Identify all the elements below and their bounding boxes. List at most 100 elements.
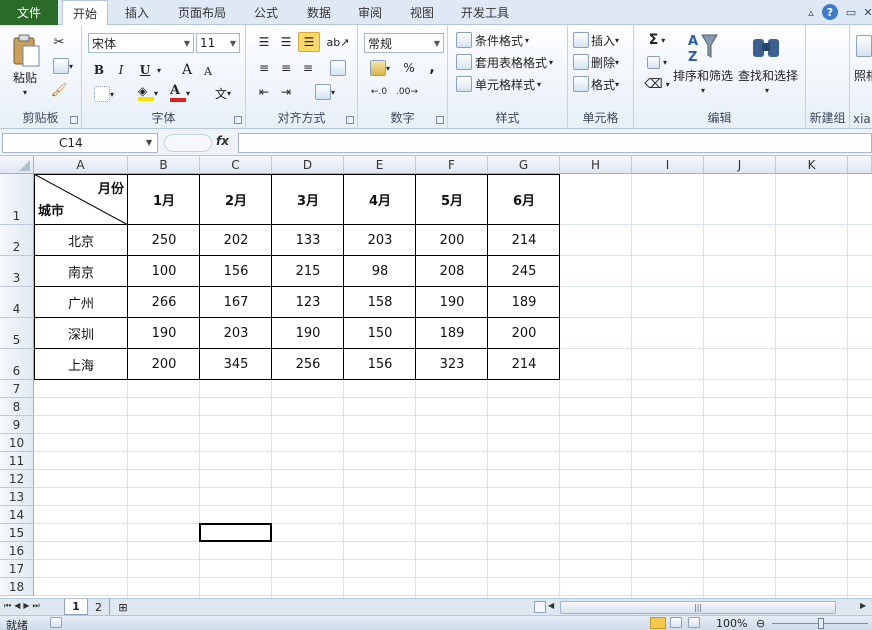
value-cell[interactable]: 215 xyxy=(272,256,344,287)
fill-color-icon[interactable]: ◈ ▾ xyxy=(134,83,162,103)
row-header-9[interactable]: 9 xyxy=(0,416,34,434)
sort-filter-button[interactable]: 排序和筛选 xyxy=(672,67,734,83)
autosum-button[interactable]: Σ ▾ xyxy=(642,31,672,49)
value-cell[interactable]: 323 xyxy=(416,349,488,380)
format-painter-icon[interactable]: 🖌 xyxy=(50,81,68,99)
page-layout-view-icon[interactable] xyxy=(670,617,684,629)
alignment-launcher-icon[interactable] xyxy=(346,116,354,124)
tab-developer[interactable]: 开发工具 xyxy=(452,0,518,25)
value-cell[interactable]: 200 xyxy=(488,318,560,349)
tab-home[interactable]: 开始 xyxy=(62,0,108,26)
merge-center-icon[interactable]: ▾ xyxy=(310,83,340,101)
decrease-indent-icon[interactable]: ⇤ xyxy=(254,83,274,101)
row-header-5[interactable]: 5 xyxy=(0,318,34,349)
cell-styles-button[interactable]: 单元格样式 ▾ xyxy=(456,75,564,93)
tab-view[interactable]: 视图 xyxy=(398,0,446,25)
help-icon[interactable]: ? xyxy=(822,4,838,20)
conditional-format-button[interactable]: 条件格式 ▾ xyxy=(456,31,564,49)
camera-icon[interactable] xyxy=(856,33,872,59)
clear-icon[interactable]: ⌫ ▾ xyxy=(642,75,672,93)
number-format-select[interactable]: 常规 ▼ xyxy=(364,33,444,53)
city-cell[interactable]: 南京 xyxy=(34,256,128,287)
find-select-button[interactable]: 查找和选择 xyxy=(736,67,800,83)
window-close-icon[interactable]: ✕ xyxy=(860,4,872,20)
zoom-slider-thumb[interactable] xyxy=(818,618,824,629)
month-header-cell[interactable]: 5月 xyxy=(416,174,488,225)
column-header-i[interactable]: I xyxy=(632,156,704,174)
value-cell[interactable]: 190 xyxy=(272,318,344,349)
sort-filter-dropdown-icon[interactable]: ▾ xyxy=(698,85,708,95)
value-cell[interactable]: 156 xyxy=(200,256,272,287)
sheet-tab-2[interactable]: 2 xyxy=(88,599,110,615)
column-header-g[interactable]: G xyxy=(488,156,560,174)
insert-function-button[interactable]: fx xyxy=(216,134,229,148)
sheet-nav-arrows-icon[interactable]: ⏮◀▶⏭ xyxy=(4,601,43,611)
value-cell[interactable]: 266 xyxy=(128,287,200,318)
value-cell[interactable]: 100 xyxy=(128,256,200,287)
month-header-cell[interactable]: 1月 xyxy=(128,174,200,225)
scroll-left-icon[interactable]: ◀ xyxy=(548,601,554,610)
phonetic-icon[interactable]: 文 ▾ xyxy=(208,83,238,103)
row-header-10[interactable]: 10 xyxy=(0,434,34,452)
copy-icon[interactable]: ▾ xyxy=(50,57,76,75)
row-header-15[interactable]: 15 xyxy=(0,524,34,542)
minimize-ribbon-icon[interactable]: ▵ xyxy=(803,4,819,20)
underline-dropdown-icon[interactable]: ▾ xyxy=(154,63,164,77)
formula-input[interactable] xyxy=(238,133,872,153)
orientation-icon[interactable]: ab↗ xyxy=(326,33,350,51)
tab-data[interactable]: 数据 xyxy=(296,0,342,25)
window-restore-icon[interactable]: ▭ xyxy=(843,4,859,20)
border-icon[interactable]: ▾ xyxy=(90,85,118,103)
align-center-icon[interactable]: ≡ xyxy=(276,59,296,77)
italic-button[interactable]: I xyxy=(112,61,130,79)
formula-resize-handle[interactable] xyxy=(164,134,212,152)
page-break-view-icon[interactable] xyxy=(688,617,702,629)
increase-decimal-icon[interactable]: ←.0 xyxy=(366,83,392,101)
column-header-c[interactable]: C xyxy=(200,156,272,174)
row-header-6[interactable]: 6 xyxy=(0,349,34,380)
wrap-text-icon[interactable] xyxy=(326,59,350,77)
camera-button[interactable]: 照相 xyxy=(854,67,872,83)
value-cell[interactable]: 200 xyxy=(128,349,200,380)
align-middle-icon[interactable]: ☰ xyxy=(276,33,296,51)
value-cell[interactable]: 214 xyxy=(488,225,560,256)
row-header-3[interactable]: 3 xyxy=(0,256,34,287)
sort-filter-icon[interactable]: AZ xyxy=(684,29,720,67)
align-top-icon[interactable]: ☰ xyxy=(254,33,274,51)
row-header-2[interactable]: 2 xyxy=(0,225,34,256)
align-bottom-icon[interactable]: ☰ xyxy=(298,32,320,52)
row-header-13[interactable]: 13 xyxy=(0,488,34,506)
currency-icon[interactable]: ▾ xyxy=(366,59,394,77)
tab-page-layout[interactable]: 页面布局 xyxy=(170,0,234,25)
value-cell[interactable]: 189 xyxy=(488,287,560,318)
month-header-cell[interactable]: 6月 xyxy=(488,174,560,225)
zoom-level[interactable]: 100% xyxy=(716,617,747,630)
font-color-icon[interactable]: A ▾ xyxy=(166,83,194,103)
macro-record-icon[interactable] xyxy=(50,617,64,629)
zoom-out-icon[interactable]: ⊖ xyxy=(756,617,765,630)
find-select-icon[interactable] xyxy=(750,31,782,65)
insert-sheet-icon[interactable]: ⊞ xyxy=(112,599,134,615)
paste-dropdown-icon[interactable]: ▾ xyxy=(20,87,30,97)
value-cell[interactable]: 156 xyxy=(344,349,416,380)
value-cell[interactable]: 190 xyxy=(128,318,200,349)
tab-split-handle[interactable] xyxy=(534,601,546,613)
font-launcher-icon[interactable] xyxy=(234,116,242,124)
value-cell[interactable]: 189 xyxy=(416,318,488,349)
row-header-12[interactable]: 12 xyxy=(0,470,34,488)
value-cell[interactable]: 214 xyxy=(488,349,560,380)
city-cell[interactable]: 广州 xyxy=(34,287,128,318)
value-cell[interactable]: 203 xyxy=(200,318,272,349)
sheet-tab-1[interactable]: 1 xyxy=(64,599,88,615)
scroll-right-icon[interactable]: ▶ xyxy=(860,601,866,610)
clipboard-launcher-icon[interactable] xyxy=(70,116,78,124)
font-name-select[interactable]: 宋体 ▼ xyxy=(88,33,194,53)
insert-cells-button[interactable]: 插入 ▾ xyxy=(573,31,631,49)
percent-button[interactable]: % xyxy=(398,59,420,77)
row-header-17[interactable]: 17 xyxy=(0,560,34,578)
value-cell[interactable]: 203 xyxy=(344,225,416,256)
selected-cell-c14[interactable] xyxy=(199,523,272,542)
value-cell[interactable]: 133 xyxy=(272,225,344,256)
value-cell[interactable]: 150 xyxy=(344,318,416,349)
column-header-b[interactable]: B xyxy=(128,156,200,174)
